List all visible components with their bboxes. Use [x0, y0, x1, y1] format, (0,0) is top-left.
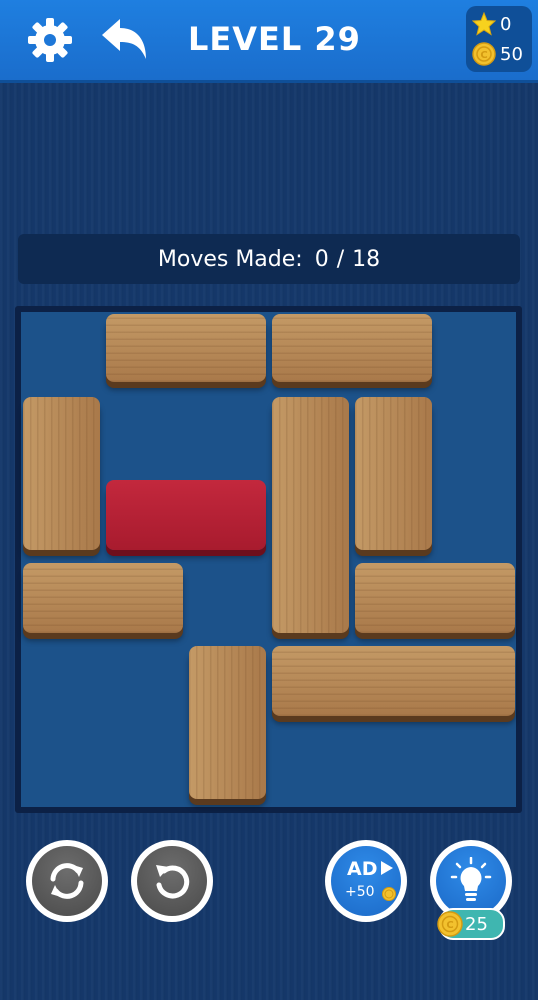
moves-counter: Moves Made: 0 / 18 — [18, 234, 520, 284]
play-icon — [381, 861, 393, 875]
undo-icon — [156, 865, 190, 899]
moves-separator: / — [336, 246, 345, 272]
ad-label: AD — [347, 858, 378, 880]
wood-block[interactable] — [355, 397, 432, 550]
coin-icon — [382, 887, 396, 901]
watch-ad-button[interactable]: AD +50 — [325, 840, 407, 922]
star-icon — [472, 12, 496, 36]
watch-ad-button-face: AD +50 — [331, 846, 401, 916]
target-block[interactable] — [106, 480, 266, 550]
stars-counter: 0 — [472, 12, 511, 36]
board-grid — [21, 312, 516, 807]
level-title: LEVEL 29 — [188, 20, 361, 58]
hint-cost-badge: C 25 — [437, 908, 505, 940]
coin-icon: C — [437, 911, 463, 937]
moves-current: 0 — [314, 246, 329, 272]
moves-label: Moves Made: — [157, 246, 303, 272]
wood-block[interactable] — [23, 397, 100, 550]
back-arrow-icon — [102, 19, 146, 59]
wood-block[interactable] — [272, 397, 349, 633]
wood-block[interactable] — [355, 563, 515, 633]
coins-counter: C 50 — [472, 42, 523, 66]
wood-block[interactable] — [106, 314, 266, 382]
puzzle-board — [15, 306, 522, 813]
coins-value: 50 — [500, 43, 523, 65]
svg-text:C: C — [480, 50, 487, 61]
stars-value: 0 — [500, 13, 512, 35]
undo-button-face — [137, 846, 207, 916]
wood-block[interactable] — [272, 646, 515, 716]
currency-panel: 0 C 50 — [466, 6, 532, 72]
lightbulb-icon — [450, 857, 492, 901]
restart-icon — [50, 863, 84, 899]
moves-par: 18 — [352, 246, 381, 272]
hint-button-face — [436, 846, 506, 916]
svg-text:C: C — [446, 920, 453, 931]
wood-block[interactable] — [189, 646, 266, 799]
hint-cost-value: 25 — [465, 913, 488, 935]
back-button[interactable] — [98, 14, 150, 66]
wood-block[interactable] — [23, 563, 183, 633]
restart-button-face — [32, 846, 102, 916]
wood-block[interactable] — [272, 314, 432, 382]
restart-button[interactable] — [26, 840, 108, 922]
settings-button[interactable] — [24, 14, 76, 66]
gear-icon — [28, 18, 72, 62]
coin-icon: C — [472, 42, 496, 66]
undo-button[interactable] — [131, 840, 213, 922]
top-bar: LEVEL 29 0 C 50 — [0, 0, 538, 83]
ad-reward: +50 — [345, 884, 375, 900]
